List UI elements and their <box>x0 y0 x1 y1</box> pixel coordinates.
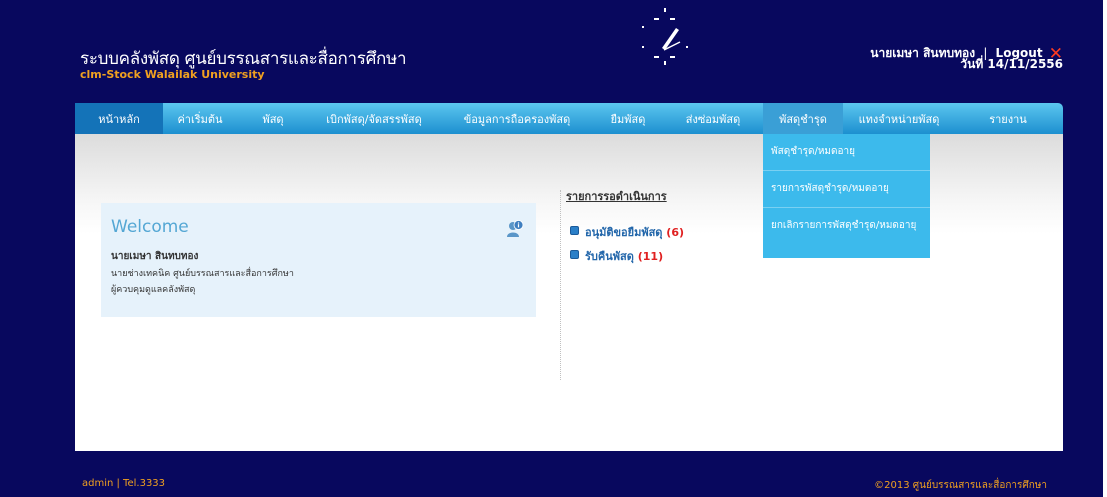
nav-reports[interactable]: รายงาน <box>973 103 1043 134</box>
welcome-user-name: นายเมษา สินทบทอง <box>111 251 199 262</box>
welcome-panel: Welcome นายเมษา สินทบทอง นายช่างเทคนิค ศ… <box>101 203 536 317</box>
nav-repair[interactable]: ส่งซ่อมพัสดุ <box>673 103 753 134</box>
footer-copyright: ©2013 ศูนย์บรรณสารและสื่อการศึกษา <box>874 480 1047 491</box>
nav-borrow[interactable]: ยืมพัสดุ <box>598 103 658 134</box>
damaged-dropdown-menu: พัสดุชำรุด/หมดอายุ รายการพัสดุชำรุด/หมดอ… <box>763 134 930 258</box>
content-divider <box>560 190 561 380</box>
dropdown-item-damaged-list[interactable]: รายการพัสดุชำรุด/หมดอายุ <box>763 171 930 208</box>
pending-item-count: (6) <box>666 226 685 239</box>
nav-damaged[interactable]: พัสดุชำรุด <box>763 103 843 134</box>
list-bullet-icon <box>570 250 579 259</box>
main-nav: หน้าหลัก ค่าเริ่มต้น พัสดุ เบิกพัสดุ/จัด… <box>75 103 1063 134</box>
list-bullet-icon <box>570 226 579 235</box>
nav-defaults[interactable]: ค่าเริ่มต้น <box>165 103 235 134</box>
nav-home[interactable]: หน้าหลัก <box>75 103 163 134</box>
dropdown-item-damaged[interactable]: พัสดุชำรุด/หมดอายุ <box>763 134 930 171</box>
dropdown-item-cancel-damaged[interactable]: ยกเลิกรายการพัสดุชำรุด/หมดอายุ <box>763 208 930 258</box>
page: ระบบคลังพัสดุ ศูนย์บรรณสารและสื่อการศึกษ… <box>0 0 1107 497</box>
nav-disposal[interactable]: แทงจำหน่ายพัสดุ <box>845 103 953 134</box>
pending-item-return[interactable]: รับคืนพัสดุ (11) <box>570 247 663 265</box>
pending-item-count: (11) <box>637 250 664 263</box>
app-subtitle: clm-Stock Walailak University <box>80 68 265 81</box>
footer-contact: admin | Tel.3333 <box>82 478 166 489</box>
user-name: นายเมษา สินทบทอง <box>870 46 976 60</box>
welcome-position: นายช่างเทคนิค ศูนย์บรรณสารและสื่อการศึกษ… <box>111 269 294 279</box>
nav-requisition[interactable]: เบิกพัสดุ/จัดสรรพัสดุ <box>311 103 437 134</box>
user-area: นายเมษา สินทบทอง | Logout ✕ วันที่ 14/11… <box>870 46 1063 71</box>
pending-item-label: อนุมัติขอยืมพัสดุ <box>585 226 663 239</box>
pending-item-approve-borrow[interactable]: อนุมัติขอยืมพัสดุ (6) <box>570 223 684 241</box>
pending-title: รายการรอดำเนินการ <box>566 190 667 203</box>
info-user-icon <box>507 220 524 237</box>
clock-logo <box>642 8 688 65</box>
welcome-role: ผู้ควบคุมดูแลคลังพัสดุ <box>111 285 196 295</box>
nav-holdings[interactable]: ข้อมูลการถือครองพัสดุ <box>447 103 587 134</box>
pending-item-label: รับคืนพัสดุ <box>585 250 634 263</box>
welcome-title: Welcome <box>111 217 189 237</box>
nav-supplies[interactable]: พัสดุ <box>253 103 293 134</box>
